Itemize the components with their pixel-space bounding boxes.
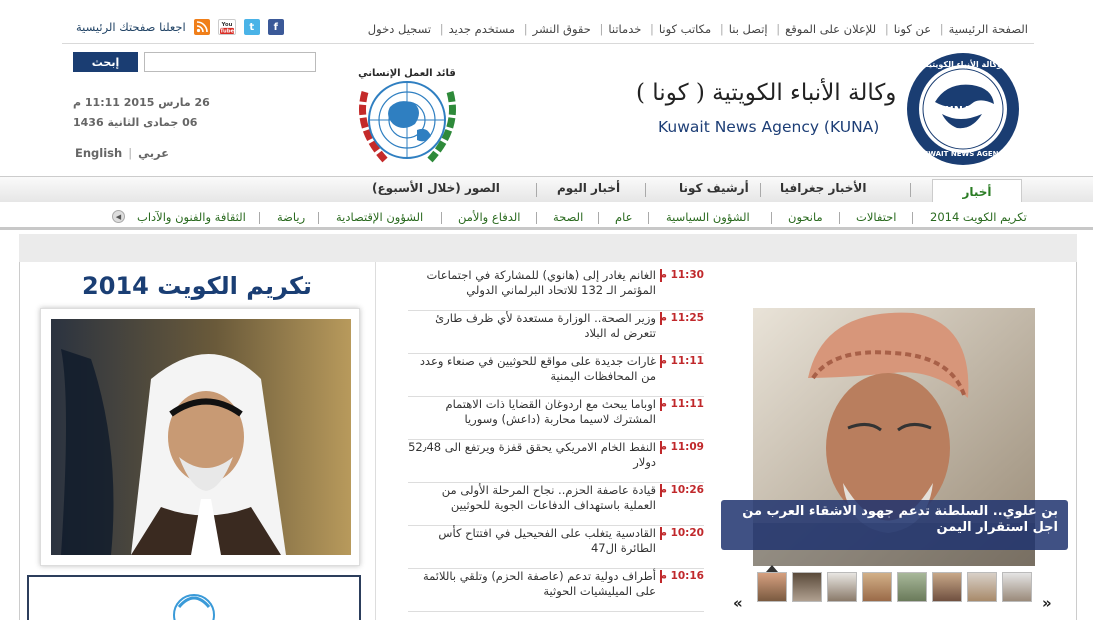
thumbs-next-arrow-icon[interactable]: » — [1042, 594, 1052, 612]
logo-ar-text: وكالة الأنباء الكويتية — [924, 59, 1002, 69]
header: KUNA KUWAIT NEWS AGENCY وكالة الأنباء ال… — [0, 44, 1093, 176]
news-headline[interactable]: غارات جديدة على مواقع للحوثيين في صنعاء … — [406, 354, 656, 384]
top-link-offices[interactable]: مكاتب كونا — [659, 22, 711, 36]
news-item[interactable]: 11:09 م النفط الخام الامريكي يحقق قفزة و… — [408, 440, 704, 483]
top-link-login[interactable]: تسجيل دخول — [368, 22, 431, 36]
facebook-icon[interactable]: f — [267, 19, 284, 35]
top-link-contact[interactable]: إتصل بنا — [729, 22, 768, 36]
lang-english[interactable]: English — [75, 146, 122, 160]
news-time: 11:09 م — [659, 441, 704, 453]
svg-text:Tube: Tube — [220, 29, 235, 34]
top-link-services[interactable]: خدماتنا — [608, 22, 641, 36]
news-time: 10:16 م — [659, 570, 704, 582]
date-gregorian: 26 مارس 2015 11:11 م — [73, 96, 210, 109]
date-hijri: 06 جمادى الثانية 1436 — [73, 116, 198, 129]
thumbnail[interactable] — [897, 572, 927, 602]
subnav-general[interactable]: عام — [615, 210, 633, 224]
subnav-politics[interactable]: الشؤون السياسية — [666, 210, 750, 224]
gray-band — [19, 234, 1077, 262]
news-headline[interactable]: النفط الخام الامريكي يحقق قفزة ويرتفع ال… — [406, 440, 656, 470]
news-time: 11:30 م — [659, 269, 704, 281]
top-link-home[interactable]: الصفحة الرئيسية — [949, 22, 1028, 36]
thumbnail[interactable] — [932, 572, 962, 602]
lang-arabic[interactable]: عربي — [138, 146, 169, 160]
news-headline[interactable]: الغانم يغادر إلى (هانوي) للمشاركة في اجت… — [406, 268, 656, 298]
thumb-pointer — [766, 565, 778, 572]
kuna-logo[interactable]: KUNA KUWAIT NEWS AGENCY وكالة الأنباء ال… — [902, 52, 1024, 167]
thumbnail[interactable] — [827, 572, 857, 602]
column-divider — [375, 262, 376, 620]
news-headline[interactable]: قيادة عاصفة الحزم.. نجاح المرحلة الأولى … — [406, 483, 656, 513]
news-headline[interactable]: القادسية يتغلب على الفحيحيل في افتتاح كأ… — [406, 526, 656, 556]
top-link-about[interactable]: عن كونا — [894, 22, 931, 36]
subnav-culture[interactable]: الثقافة والفنون والآداب — [137, 210, 246, 224]
thumbs-prev-arrow-icon[interactable]: « — [733, 594, 743, 612]
news-headline[interactable]: أطراف دولية تدعم (عاصفة الحزم) وتلقي بال… — [406, 569, 656, 599]
subnav-kuwait-honor[interactable]: تكريم الكويت 2014 — [930, 210, 1027, 224]
youtube-icon[interactable]: You Tube — [217, 19, 236, 35]
subnav-scroll-arrow-icon[interactable]: ◀ — [112, 210, 125, 223]
top-link-advertise[interactable]: للإعلان على الموقع — [785, 22, 876, 36]
news-item[interactable]: 11:11 م غارات جديدة على مواقع للحوثيين ف… — [408, 354, 704, 397]
tab-weekly-photos[interactable]: الصور (خلال الأسبوع) — [372, 181, 500, 195]
news-item[interactable]: 10:20 م القادسية يتغلب على الفحيحيل في ا… — [408, 526, 704, 569]
page: الصفحة الرئيسية| عن كونا| للإعلان على ال… — [0, 0, 1093, 620]
news-time: 11:25 م — [659, 312, 704, 324]
top-link-register[interactable]: مستخدم جديد — [449, 22, 516, 36]
search-button[interactable]: إبحث — [73, 52, 138, 72]
tab-news[interactable]: أخبار — [932, 179, 1022, 204]
news-headline[interactable]: وزير الصحة.. الوزارة مستعدة لأي ظرف طارئ… — [406, 311, 656, 341]
news-headline[interactable]: اوباما يبحث مع اردوغان القضايا ذات الاهت… — [406, 397, 656, 427]
feature-caption[interactable]: بن علوي.. السلطنة تدعم جهود الاشقاء العر… — [721, 500, 1068, 550]
news-item[interactable]: 11:25 م وزير الصحة.. الوزارة مستعدة لأي … — [408, 311, 704, 354]
tab-geographic-news[interactable]: الأخبار جغرافيا — [780, 181, 866, 195]
main-nav: أخبار الأخبار جغرافيا أرشيف كونا أخبار ا… — [0, 176, 1093, 204]
humanitarian-leader-logo: قائد العمل الإنساني — [345, 52, 470, 172]
subnav-health[interactable]: الصحة — [553, 210, 583, 224]
search-input[interactable] — [144, 52, 316, 72]
subnav-sports[interactable]: رياضة — [277, 210, 305, 224]
news-item[interactable]: 11:30 م الغانم يغادر إلى (هانوي) للمشارك… — [408, 268, 704, 311]
twitter-icon[interactable]: t — [243, 19, 260, 35]
make-homepage-link[interactable]: اجعلنا صفحتك الرئيسية — [76, 20, 186, 34]
subnav-donors[interactable]: مانحون — [788, 210, 823, 224]
thumbnail-strip — [757, 572, 1033, 604]
subnav-celebrations[interactable]: احتفالات — [856, 210, 896, 224]
top-bar: الصفحة الرئيسية| عن كونا| للإعلان على ال… — [0, 14, 1093, 44]
subnav-defense[interactable]: الدفاع والأمن — [458, 210, 520, 224]
bottom-banner[interactable] — [27, 575, 361, 620]
news-time: 10:20 م — [659, 527, 704, 539]
honor-title[interactable]: تكريم الكويت 2014 — [70, 272, 324, 300]
subnav-economy[interactable]: الشؤون الإقتصادية — [336, 210, 423, 224]
thumbnail[interactable] — [1002, 572, 1032, 602]
language-switcher: English | عربي — [75, 146, 170, 160]
logo-kuna-text: KUNA — [937, 104, 972, 117]
thumbnail[interactable] — [862, 572, 892, 602]
thumbnail[interactable] — [967, 572, 997, 602]
honor-photo[interactable] — [40, 308, 360, 566]
top-links: الصفحة الرئيسية| عن كونا| للإعلان على ال… — [367, 22, 1028, 36]
thumbnail[interactable] — [792, 572, 822, 602]
agency-name-english: Kuwait News Agency (KUNA) — [658, 118, 880, 136]
rss-icon[interactable] — [193, 19, 210, 35]
news-item[interactable]: 11:11 م اوباما يبحث مع اردوغان القضايا ذ… — [408, 397, 704, 440]
sub-nav: تكريم الكويت 2014 احتفالات مانحون الشؤون… — [0, 202, 1093, 230]
top-link-copyright[interactable]: حقوق النشر — [533, 22, 591, 36]
un-logo-text: قائد العمل الإنساني — [358, 68, 456, 79]
svg-text:You: You — [220, 22, 232, 28]
news-time: 11:11 م — [659, 355, 704, 367]
tab-kuna-archive[interactable]: أرشيف كونا — [679, 181, 749, 195]
logo-en-text: KUWAIT NEWS AGENCY — [917, 150, 1009, 158]
news-time: 10:26 م — [659, 484, 704, 496]
news-time: 11:11 م — [659, 398, 704, 410]
news-item[interactable]: 10:16 م أطراف دولية تدعم (عاصفة الحزم) و… — [408, 569, 704, 612]
tab-todays-news[interactable]: أخبار اليوم — [557, 181, 620, 195]
social-icons: f t You Tube اجعلنا صفحتك الرئيسية — [72, 19, 284, 35]
news-item[interactable]: 10:26 م قيادة عاصفة الحزم.. نجاح المرحلة… — [408, 483, 704, 526]
thumbnail[interactable] — [757, 572, 787, 602]
agency-name-arabic: وكالة الأنباء الكويتية ( كونا ) — [636, 80, 897, 106]
